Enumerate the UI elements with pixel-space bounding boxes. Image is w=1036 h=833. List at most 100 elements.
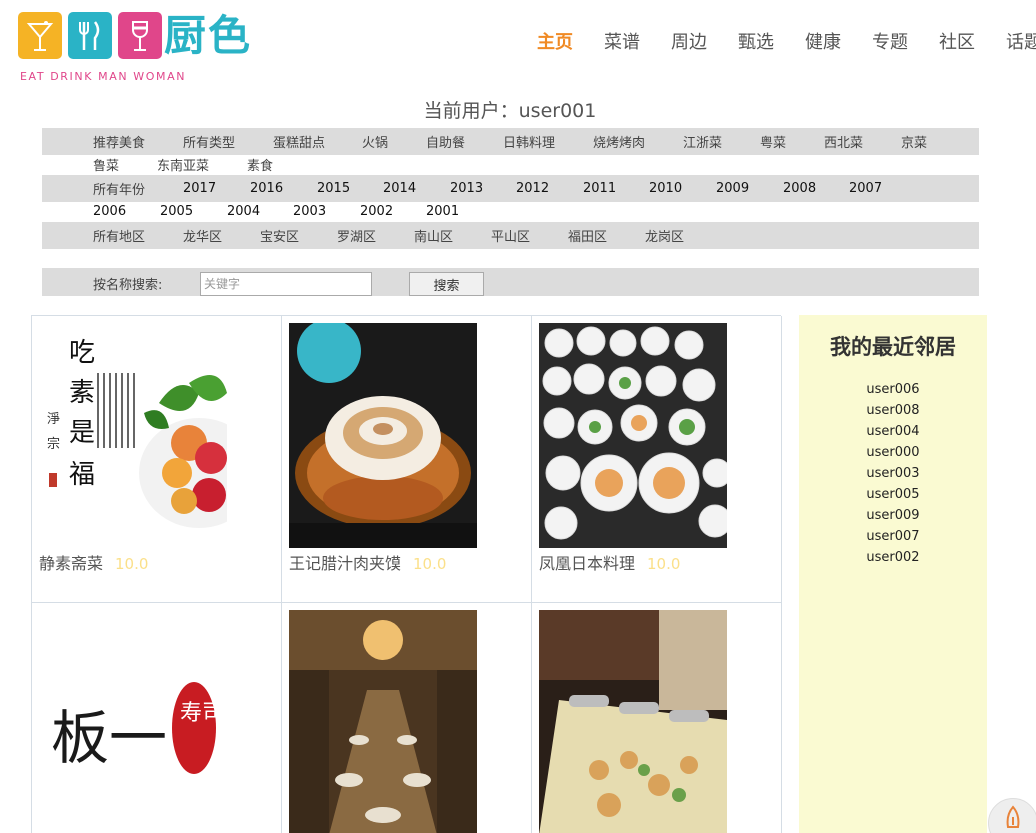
fork-knife-icon xyxy=(68,12,112,59)
filter-cuisine-northwest[interactable]: 西北菜 xyxy=(824,132,901,151)
filter-year-item[interactable]: 2013 xyxy=(450,181,516,196)
svg-text:素: 素 xyxy=(69,378,95,408)
neighbor-item[interactable]: user000 xyxy=(799,442,987,463)
svg-text:福: 福 xyxy=(69,460,95,490)
filter-year-item[interactable]: 2005 xyxy=(160,204,227,219)
filter-year-item[interactable]: 2007 xyxy=(849,181,882,196)
filter-area-all[interactable]: 所有地区 xyxy=(93,226,183,245)
search-label: 按名称搜索: xyxy=(93,278,163,293)
filter-cuisine-shandong[interactable]: 鲁菜 xyxy=(93,155,157,174)
restaurant-image[interactable]: 吃 素 是 福 淨 宗 xyxy=(39,323,227,548)
filter-year-all[interactable]: 所有年份 xyxy=(93,179,183,198)
neighbor-item[interactable]: user002 xyxy=(799,547,987,568)
filter-year-item[interactable]: 2003 xyxy=(293,204,360,219)
site-logo[interactable]: 厨色 EAT DRINK MAN WOMAN xyxy=(18,12,258,84)
filter-area-nanshan[interactable]: 南山区 xyxy=(414,226,491,245)
neighbor-item[interactable]: user007 xyxy=(799,526,987,547)
filter-cuisine-cantonese[interactable]: 粤菜 xyxy=(760,132,824,151)
restaurant-image[interactable] xyxy=(539,323,727,548)
back-to-top-button[interactable] xyxy=(988,798,1036,833)
neighbor-item[interactable]: user005 xyxy=(799,484,987,505)
nav-item-selection[interactable]: 甄选 xyxy=(738,28,774,54)
svg-text:淨: 淨 xyxy=(47,412,60,427)
cocktail-glass-icon xyxy=(18,12,62,59)
filter-year-item[interactable]: 2012 xyxy=(516,181,583,196)
filter-area-longhua[interactable]: 龙华区 xyxy=(183,226,260,245)
filter-cuisine-jiangzhe[interactable]: 江浙菜 xyxy=(683,132,760,151)
neighbor-item[interactable]: user008 xyxy=(799,400,987,421)
sushi-logo-seal: 寿司 xyxy=(180,701,224,726)
filter-cuisine-buffet[interactable]: 自助餐 xyxy=(426,132,503,151)
filter-cuisine-hotpot[interactable]: 火锅 xyxy=(362,132,426,151)
restaurant-image[interactable] xyxy=(539,610,727,833)
nav-item-discussion[interactable]: 话题 xyxy=(1006,28,1036,54)
top-nav: 主页 菜谱 周边 甄选 健康 专题 社区 话题 xyxy=(537,28,1036,54)
restaurant-card[interactable]: 王记腊汁肉夹馍 10.0 xyxy=(282,316,532,603)
nav-item-health[interactable]: 健康 xyxy=(805,28,841,54)
filter-cuisine-cake[interactable]: 蛋糕甜点 xyxy=(273,132,362,151)
restaurant-title[interactable]: 凤凰日本料理 10.0 xyxy=(539,550,680,574)
restaurant-card[interactable] xyxy=(532,603,782,833)
nav-item-topics[interactable]: 专题 xyxy=(872,28,908,54)
search-bar: 按名称搜索: 搜索 xyxy=(42,268,979,296)
filter-area-pingshan[interactable]: 平山区 xyxy=(491,226,568,245)
filter-cuisine-bbq[interactable]: 烧烤烤肉 xyxy=(593,132,683,151)
filter-year-item[interactable]: 2014 xyxy=(383,181,450,196)
restaurant-grid: 吃 素 是 福 淨 宗 静素斋菜 10.0 王记腊汁肉夹馍 10.0 凤凰日本料… xyxy=(31,315,782,833)
filter-cuisine-all[interactable]: 所有类型 xyxy=(183,132,273,151)
filter-year-item[interactable]: 2011 xyxy=(583,181,649,196)
neighbors-panel: 我的最近邻居 user006 user008 user004 user000 u… xyxy=(799,315,987,833)
filter-cuisine-southeast-asian[interactable]: 东南亚菜 xyxy=(157,155,247,174)
restaurant-card[interactable] xyxy=(282,603,532,833)
neighbor-item[interactable]: user004 xyxy=(799,421,987,442)
restaurant-title[interactable]: 静素斋菜 10.0 xyxy=(39,550,148,574)
restaurant-name[interactable]: 凤凰日本料理 xyxy=(539,554,635,573)
filter-year-item[interactable]: 2006 xyxy=(93,204,160,219)
neighbor-item[interactable]: user006 xyxy=(799,379,987,400)
neighbor-item[interactable]: user009 xyxy=(799,505,987,526)
nav-item-recipes[interactable]: 菜谱 xyxy=(604,28,640,54)
filter-year-item[interactable]: 2010 xyxy=(649,181,716,196)
current-user-label: 当前用户：user001 xyxy=(423,100,597,122)
filter-cuisine-recommended[interactable]: 推荐美食 xyxy=(93,132,183,151)
nav-item-home[interactable]: 主页 xyxy=(537,28,573,54)
search-input[interactable] xyxy=(200,272,372,296)
filter-cuisine-beijing[interactable]: 京菜 xyxy=(901,132,927,151)
area-filter: 所有地区 龙华区 宝安区 罗湖区 南山区 平山区 福田区 龙岗区 xyxy=(42,222,979,249)
filter-year-item[interactable]: 2002 xyxy=(360,204,426,219)
filter-year-item[interactable]: 2015 xyxy=(317,181,383,196)
filter-year-item[interactable]: 2016 xyxy=(250,181,317,196)
restaurant-title[interactable]: 王记腊汁肉夹馍 10.0 xyxy=(289,550,446,574)
nav-item-community[interactable]: 社区 xyxy=(939,28,975,54)
restaurant-image[interactable] xyxy=(289,610,477,833)
filter-year-item[interactable]: 2004 xyxy=(227,204,293,219)
restaurant-image[interactable]: 板一 寿司 xyxy=(39,610,227,833)
restaurant-card[interactable]: 吃 素 是 福 淨 宗 静素斋菜 10.0 xyxy=(32,316,282,603)
restaurant-score: 10.0 xyxy=(647,555,681,573)
nav-item-nearby[interactable]: 周边 xyxy=(671,28,707,54)
filter-year-item[interactable]: 2009 xyxy=(716,181,783,196)
rocket-icon xyxy=(1003,805,1023,833)
neighbor-item[interactable]: user003 xyxy=(799,463,987,484)
search-button[interactable]: 搜索 xyxy=(409,272,484,296)
filter-year-item[interactable]: 2017 xyxy=(183,181,250,196)
restaurant-name[interactable]: 王记腊汁肉夹馍 xyxy=(289,554,401,573)
cuisine-filter: 推荐美食 所有类型 蛋糕甜点 火锅 自助餐 日韩料理 烧烤烤肉 江浙菜 粤菜 西… xyxy=(42,128,979,174)
filter-cuisine-japanese-korean[interactable]: 日韩料理 xyxy=(503,132,593,151)
restaurant-card[interactable]: 凤凰日本料理 10.0 xyxy=(532,316,782,603)
neighbors-list: user006 user008 user004 user000 user003 … xyxy=(799,379,987,568)
filter-area-luohu[interactable]: 罗湖区 xyxy=(337,226,414,245)
filter-area-longgang[interactable]: 龙岗区 xyxy=(645,226,684,245)
filter-cuisine-vegetarian[interactable]: 素食 xyxy=(247,155,273,174)
filter-year-item[interactable]: 2008 xyxy=(783,181,849,196)
filter-area-futian[interactable]: 福田区 xyxy=(568,226,645,245)
restaurant-card[interactable]: 板一 寿司 xyxy=(32,603,282,833)
filter-area-baoan[interactable]: 宝安区 xyxy=(260,226,337,245)
logo-title: 厨色 xyxy=(164,11,253,60)
year-filter: 所有年份 2017 2016 2015 2014 2013 2012 2011 … xyxy=(42,175,979,221)
restaurant-image[interactable] xyxy=(289,323,477,548)
filter-year-item[interactable]: 2001 xyxy=(426,204,459,219)
svg-text:宗: 宗 xyxy=(47,436,60,452)
restaurant-name[interactable]: 静素斋菜 xyxy=(39,554,103,573)
logo-slogan: EAT DRINK MAN WOMAN xyxy=(20,70,187,83)
